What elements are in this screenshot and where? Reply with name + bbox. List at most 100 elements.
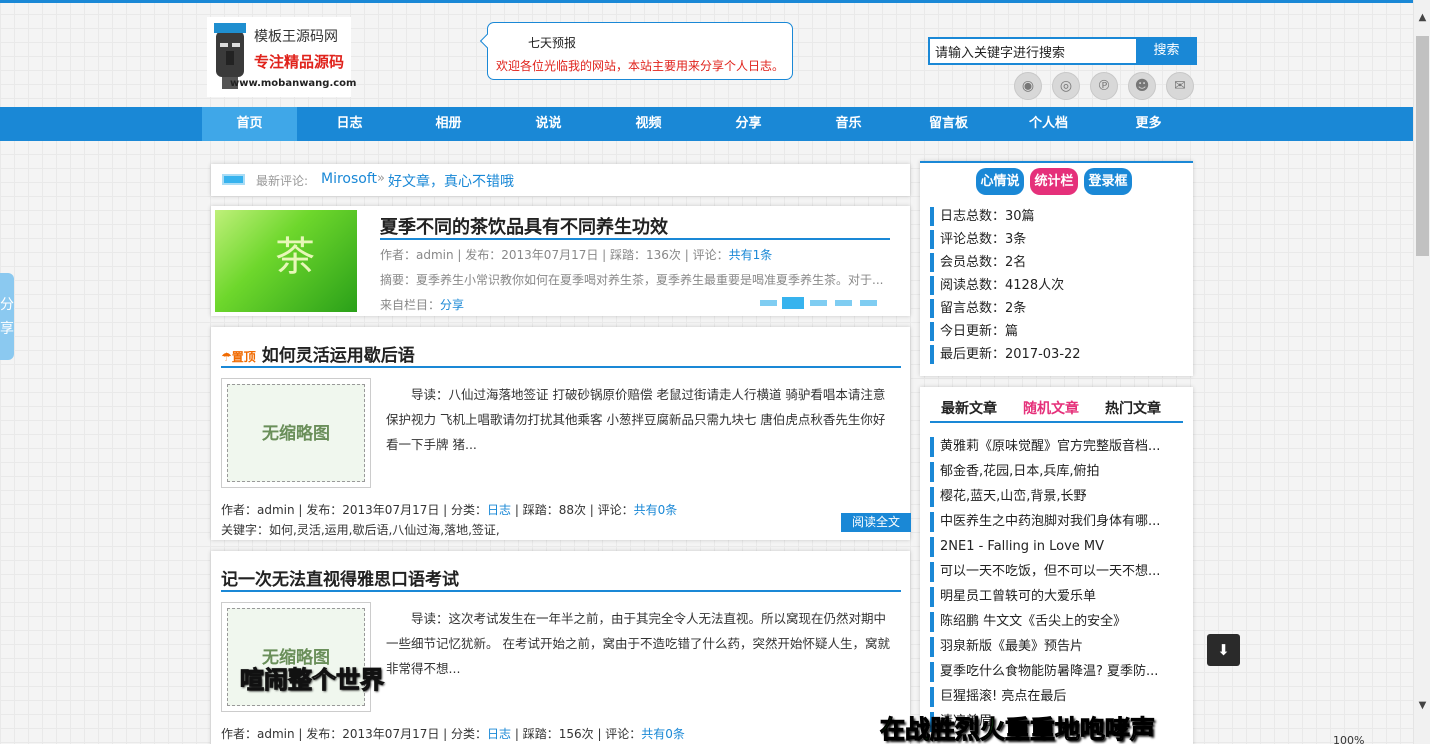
slider-meta-text: 作者：admin | 发布：2013年07月17日 | 踩踏：136次 | 评论… — [380, 248, 729, 262]
slider-title[interactable]: 夏季不同的茶饮品具有不同养生功效 — [380, 213, 668, 239]
logo-slogan: 专注精品源码 — [254, 53, 345, 71]
post-meta-views: | 踩踏：156次 | 评论： — [511, 727, 642, 741]
latest-comment-text[interactable]: 好文章，真心不错哦 — [388, 171, 514, 191]
forecast-message: 欢迎各位光临我的网站，本站主要用来分享个人日志。 — [496, 59, 785, 73]
slider-image-text: 茶 — [275, 234, 315, 280]
nav-item-talk[interactable]: 说说 — [501, 107, 596, 141]
post-title-row: ☂置顶 如何灵活运用歇后语 — [221, 341, 415, 366]
post-thumbnail[interactable]: 无缩略图 — [221, 602, 371, 712]
tab-mood[interactable]: 心情说 — [976, 168, 1024, 195]
post-meta-author-date: 作者：admin | 发布：2013年07月17日 | 分类： — [221, 727, 488, 741]
article-link[interactable]: 巨猩摇滚! 亮点在最后 — [930, 687, 1183, 707]
articles-widget: 最新文章 随机文章 热门文章 黄雅莉《原味觉醒》官方完整版音档... 郁金香,花… — [920, 387, 1193, 744]
read-more-button[interactable]: 阅读全文 — [841, 513, 911, 532]
rss-icon[interactable]: ◉ — [1014, 72, 1042, 100]
search-input[interactable] — [928, 37, 1138, 65]
post-divider — [221, 590, 901, 592]
post-thumbnail[interactable]: 无缩略图 — [221, 378, 371, 488]
scroll-up-icon[interactable]: ▲ — [1414, 12, 1430, 23]
main-nav: 首页 日志 相册 说说 视频 分享 音乐 留言板 个人档 更多 — [0, 107, 1413, 141]
post-title[interactable]: 记一次无法直视得雅思口语考试 — [221, 565, 459, 590]
post-category-link[interactable]: 日志 — [487, 727, 511, 741]
stat-last-update: 最后更新：2017-03-22 — [930, 345, 1081, 364]
no-thumbnail-placeholder: 无缩略图 — [227, 384, 365, 482]
subtitle-left: 喧闹整个世界 — [240, 666, 385, 695]
slider-meta: 作者：admin | 发布：2013年07月17日 | 踩踏：136次 | 评论… — [380, 246, 772, 263]
post-meta: 作者：admin | 发布：2013年07月17日 | 分类：日志 | 踩踏：8… — [221, 501, 677, 518]
subtitle-right-part-a: 在战胜烈火 — [879, 715, 1006, 744]
latest-comment-label: 最新评论: — [256, 174, 309, 188]
page-scrollbar[interactable]: ▲ ▼ — [1413, 0, 1430, 744]
qq-icon[interactable]: ☻ — [1128, 72, 1156, 100]
article-link[interactable]: 中医养生之中药泡脚对我们身体有哪... — [930, 512, 1183, 532]
slider-dot[interactable] — [810, 300, 827, 306]
tab-latest-articles[interactable]: 最新文章 — [941, 398, 997, 418]
article-link[interactable]: 明星员工曾轶可的大爱乐单 — [930, 587, 1183, 607]
site-logo[interactable]: 模板王源码网 专注精品源码 www.mobanwang.com — [207, 17, 356, 97]
weibo-icon[interactable]: ◎ — [1052, 72, 1080, 100]
post-comments-link[interactable]: 共有0条 — [634, 503, 678, 517]
nav-item-share[interactable]: 分享 — [701, 107, 796, 141]
nav-item-guestbook[interactable]: 留言板 — [901, 107, 996, 141]
post-divider — [221, 366, 901, 368]
stat-posts: 日志总数：30篇 — [930, 207, 1035, 226]
pinned-badge-icon: ☂置顶 — [221, 350, 256, 364]
nav-item-music[interactable]: 音乐 — [801, 107, 896, 141]
tab-random-articles[interactable]: 随机文章 — [1023, 398, 1079, 418]
slider-dot[interactable] — [835, 300, 852, 306]
article-link[interactable]: 郁金香,花园,日本,兵库,俯拍 — [930, 462, 1183, 482]
arrow-down-icon[interactable]: ⬇ — [1207, 634, 1240, 666]
article-link[interactable]: 黄雅莉《原味觉醒》官方完整版音档... — [930, 437, 1183, 457]
latest-comment-separator: » — [377, 171, 385, 186]
comment-icon — [222, 174, 245, 185]
scroll-down-icon[interactable]: ▼ — [1414, 700, 1430, 711]
stat-reads: 阅读总数：4128人次 — [930, 276, 1064, 295]
stat-today: 今日更新：篇 — [930, 322, 1018, 341]
slider-category-link[interactable]: 分享 — [440, 298, 464, 312]
pinterest-icon[interactable]: ℗ — [1090, 72, 1118, 100]
post-title[interactable]: 如何灵活运用歇后语 — [262, 346, 415, 366]
tab-login[interactable]: 登录框 — [1084, 168, 1132, 195]
article-link[interactable]: 可以一天不吃饭，但不可以一天不想... — [930, 562, 1183, 582]
slider-image[interactable]: 茶 — [215, 210, 357, 312]
mail-icon[interactable]: ✉ — [1166, 72, 1194, 100]
slider-dot[interactable] — [760, 300, 777, 306]
slider-category-label: 来自栏目： — [380, 298, 441, 312]
forecast-title: 七天预报 — [528, 36, 577, 50]
latest-comment-user[interactable]: Mirosoft — [321, 171, 377, 187]
share-side-tab[interactable]: 分享 — [0, 273, 14, 360]
articles-divider — [930, 421, 1183, 423]
tab-hot-articles[interactable]: 热门文章 — [1105, 398, 1161, 418]
post-excerpt: 导读：这次考试发生在一年半之前，由于其完全令人无法直视。所以窝现在仍然对期中一些… — [386, 611, 890, 676]
slider-dot-active[interactable] — [782, 297, 804, 309]
pinned-badge-label: 置顶 — [231, 350, 256, 364]
nav-item-blog[interactable]: 日志 — [302, 107, 397, 141]
slider-summary: 摘要：夏季养生小常识教你如何在夏季喝对养生茶，夏季养生最重要是喝准夏季养生茶。对… — [380, 273, 884, 287]
tab-stats[interactable]: 统计栏 — [1030, 168, 1078, 195]
scrollbar-thumb[interactable] — [1416, 36, 1429, 256]
slider-category: 来自栏目：分享 — [380, 296, 464, 313]
article-link[interactable]: 樱花,蓝天,山峦,背景,长野 — [930, 487, 1183, 507]
nav-item-video[interactable]: 视频 — [601, 107, 696, 141]
article-link[interactable]: 夏季吃什么食物能防暑降温? 夏季防... — [930, 662, 1183, 682]
stat-messages: 留言总数：2条 — [930, 299, 1026, 318]
post-comments-link[interactable]: 共有0条 — [641, 727, 685, 741]
slider-comments-link[interactable]: 共有1条 — [729, 248, 773, 262]
subtitle-right: 在战胜烈火重重地咆哮声 — [879, 710, 1155, 744]
article-link[interactable]: 羽泉新版《最美》预告片 — [930, 637, 1183, 657]
nav-item-album[interactable]: 相册 — [401, 107, 496, 141]
nav-item-profile[interactable]: 个人档 — [1001, 107, 1096, 141]
zoom-level: 100% — [1333, 734, 1365, 744]
post-card: ☂置顶 如何灵活运用歇后语 无缩略图 导读：八仙过海落地签证 打破砂锅原价赔偿 老… — [211, 327, 911, 540]
article-link[interactable]: 陈绍鹏 牛文文《舌尖上的安全》 — [930, 612, 1183, 632]
featured-slider: 茶 夏季不同的茶饮品具有不同养生功效 作者：admin | 发布：2013年07… — [211, 206, 910, 316]
slider-dot[interactable] — [860, 300, 877, 306]
search-button[interactable]: 搜索 — [1136, 37, 1197, 65]
post-category-link[interactable]: 日志 — [487, 503, 511, 517]
stats-widget: 心情说 统计栏 登录框 日志总数：30篇 评论总数：3条 会员总数：2名 阅读总… — [920, 161, 1193, 376]
nav-item-more[interactable]: 更多 — [1101, 107, 1196, 141]
nav-item-home[interactable]: 首页 — [202, 107, 297, 141]
forecast-bubble: 七天预报 欢迎各位光临我的网站，本站主要用来分享个人日志。 — [487, 22, 793, 80]
article-link[interactable]: 2NE1 - Falling in Love MV — [930, 537, 1183, 557]
post-keywords: 关键字：如何,灵活,运用,歇后语,八仙过海,落地,签证, — [221, 523, 500, 537]
